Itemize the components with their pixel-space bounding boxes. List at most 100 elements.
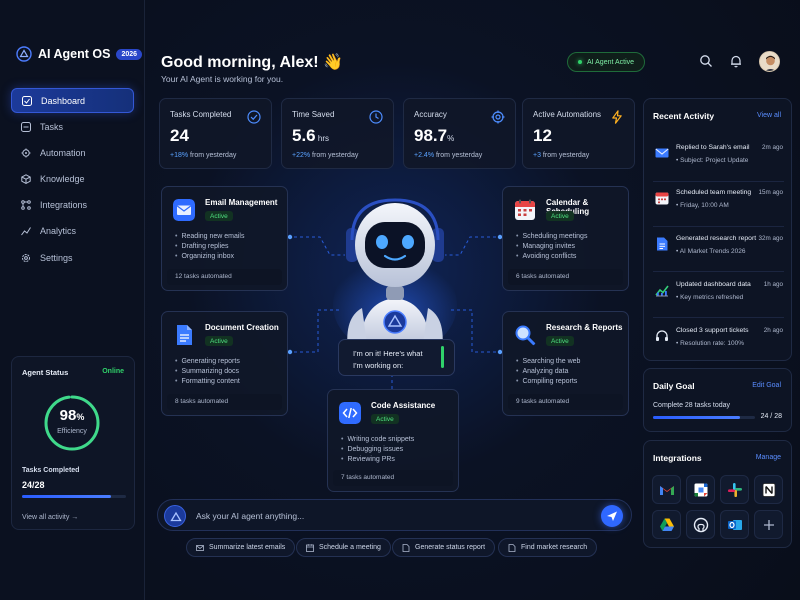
- feature-card-code[interactable]: Code Assistance Active Writing code snip…: [327, 389, 459, 492]
- panel-title: Recent Activity: [653, 111, 715, 121]
- goal-progress-bar: [653, 416, 755, 419]
- activity-item[interactable]: Generated research report • AI Market Tr…: [653, 233, 785, 273]
- list-item: Compiling reports: [516, 378, 580, 385]
- app-window: AI Agent OS 2026 Dashboard Tasks Automat…: [0, 0, 800, 600]
- integration-google-drive[interactable]: [652, 510, 681, 539]
- google-drive-icon: [659, 518, 674, 531]
- brand[interactable]: AI Agent OS 2026: [16, 46, 143, 62]
- integration-github[interactable]: [686, 510, 715, 539]
- tasks-progress-bar: [22, 495, 126, 498]
- avatar-portrait-icon: [760, 52, 779, 71]
- status-badge: Active: [205, 211, 233, 221]
- notion-icon: [762, 482, 775, 497]
- integration-google-calendar[interactable]: [686, 475, 715, 504]
- integrations-icon: [21, 200, 31, 211]
- quick-action-label: Schedule a meeting: [319, 544, 381, 551]
- integration-notion[interactable]: [754, 475, 783, 504]
- agent-status-title: Agent Status: [22, 368, 69, 377]
- list-item: Analyzing data: [516, 368, 580, 375]
- sidebar-item-analytics[interactable]: Analytics: [11, 219, 134, 244]
- stat-card-accuracy[interactable]: Accuracy 98.7% +2.4% from yesterday: [403, 98, 516, 169]
- bubble-line: I'm working on:: [353, 361, 404, 370]
- sidebar-item-settings[interactable]: Settings: [11, 245, 134, 270]
- calendar-icon: [306, 543, 314, 552]
- automation-icon: [21, 148, 31, 158]
- tasks-completed-label: Tasks Completed: [22, 467, 80, 474]
- goal-progress-fill: [653, 416, 741, 419]
- activity-item[interactable]: Updated dashboard data • Key metrics ref…: [653, 279, 785, 319]
- sidebar-item-integrations[interactable]: Integrations: [11, 193, 134, 218]
- tasks-progress-fill: [22, 495, 112, 498]
- bell-icon[interactable]: [729, 54, 743, 68]
- manage-link[interactable]: Manage: [756, 454, 781, 461]
- stat-change: +22% from yesterday: [292, 152, 359, 159]
- dashboard-icon: [22, 95, 32, 106]
- daily-goal-panel: Daily Goal Edit Goal Complete 28 tasks t…: [643, 368, 792, 432]
- quick-action-market-research[interactable]: Find market research: [498, 538, 598, 557]
- feature-card-document[interactable]: Document Creation Active Generating repo…: [161, 311, 288, 416]
- ask-agent-input[interactable]: [196, 508, 576, 524]
- bubble-line: I'm on it! Here's what: [353, 349, 423, 358]
- page-subtitle: Your AI Agent is working for you.: [161, 74, 284, 84]
- sidebar-item-automation[interactable]: Automation: [11, 140, 134, 165]
- divider: [653, 226, 784, 227]
- integration-slack[interactable]: [720, 475, 749, 504]
- check-circle-icon: [247, 110, 261, 124]
- feature-title: Code Assistance: [371, 401, 436, 410]
- stat-value: 98.7%: [414, 126, 455, 145]
- efficiency-percent: 98%: [59, 407, 85, 424]
- sidebar-item-knowledge[interactable]: Knowledge: [11, 167, 134, 192]
- edit-goal-link[interactable]: Edit Goal: [752, 382, 781, 389]
- activity-item[interactable]: Scheduled team meeting • Friday, 10:00 A…: [653, 187, 785, 227]
- activity-subtitle: • Friday, 10:00 AM: [676, 202, 729, 209]
- view-all-activity-link[interactable]: View all activity →: [22, 514, 78, 521]
- status-badge: Active: [546, 336, 574, 346]
- integration-gmail[interactable]: [652, 475, 681, 504]
- sidebar-item-label: Dashboard: [41, 95, 86, 106]
- feature-card-research[interactable]: Research & Reports Active Searching the …: [502, 311, 629, 416]
- quick-action-status-report[interactable]: Generate status report: [392, 538, 496, 557]
- view-all-link[interactable]: View all: [757, 112, 781, 119]
- feature-list: Writing code snippets Debugging issues R…: [341, 436, 414, 467]
- integration-add[interactable]: [754, 510, 783, 539]
- stat-card-active-automations[interactable]: Active Automations 12 +3 from yesterday: [522, 98, 635, 169]
- integration-outlook[interactable]: [720, 510, 749, 539]
- activity-item[interactable]: Replied to Sarah's email • Subject: Proj…: [653, 142, 785, 182]
- stat-card-tasks-completed[interactable]: Tasks Completed 24 +18% from yesterday: [159, 98, 272, 169]
- quick-action-schedule-meeting[interactable]: Schedule a meeting: [296, 538, 391, 557]
- send-button[interactable]: [601, 505, 623, 527]
- list-item: Writing code snippets: [341, 436, 414, 443]
- feature-footer: 6 tasks automated: [508, 269, 623, 285]
- feature-footer: 8 tasks automated: [167, 394, 282, 410]
- chart-icon: [655, 285, 669, 297]
- code-icon: [339, 402, 361, 424]
- stat-label: Accuracy: [414, 110, 447, 119]
- list-item: Managing invites: [516, 243, 587, 250]
- goal-value: 24 / 28: [760, 413, 782, 420]
- activity-subtitle: • Key metrics refreshed: [676, 294, 744, 301]
- feature-card-email[interactable]: Email Management Active Reading new emai…: [161, 186, 288, 291]
- sidebar-item-label: Analytics: [40, 226, 77, 237]
- quick-action-label: Find market research: [521, 544, 588, 551]
- search-icon[interactable]: [699, 54, 713, 68]
- activity-title: Generated research report: [676, 235, 757, 242]
- add-icon: [763, 519, 774, 530]
- activity-item[interactable]: Closed 3 support tickets • Resolution ra…: [653, 325, 785, 365]
- sidebar-item-tasks[interactable]: Tasks: [11, 114, 134, 139]
- page-title: Good morning, Alex! 👋: [161, 54, 343, 71]
- ask-agent-bar: [157, 499, 632, 531]
- goal-text: Complete 28 tasks today: [653, 402, 731, 409]
- stat-label: Tasks Completed: [170, 110, 232, 119]
- stat-card-time-saved[interactable]: Time Saved 5.6 hrs +22% from yesterday: [281, 98, 394, 169]
- sidebar-item-dashboard[interactable]: Dashboard: [11, 88, 134, 113]
- quick-action-summarize-emails[interactable]: Summarize latest emails: [186, 538, 296, 557]
- agent-active-pill[interactable]: AI Agent Active: [567, 52, 645, 72]
- stat-change: +2.4% from yesterday: [414, 152, 483, 159]
- feature-card-calendar[interactable]: Calendar & Scheduling Active Scheduling …: [502, 186, 629, 291]
- panel-title: Integrations: [653, 453, 702, 463]
- document-icon: [657, 237, 668, 251]
- sidebar-item-label: Integrations: [40, 200, 88, 211]
- feature-title: Research & Reports: [546, 323, 623, 332]
- user-avatar[interactable]: [759, 51, 780, 72]
- sidebar-item-label: Knowledge: [40, 174, 85, 185]
